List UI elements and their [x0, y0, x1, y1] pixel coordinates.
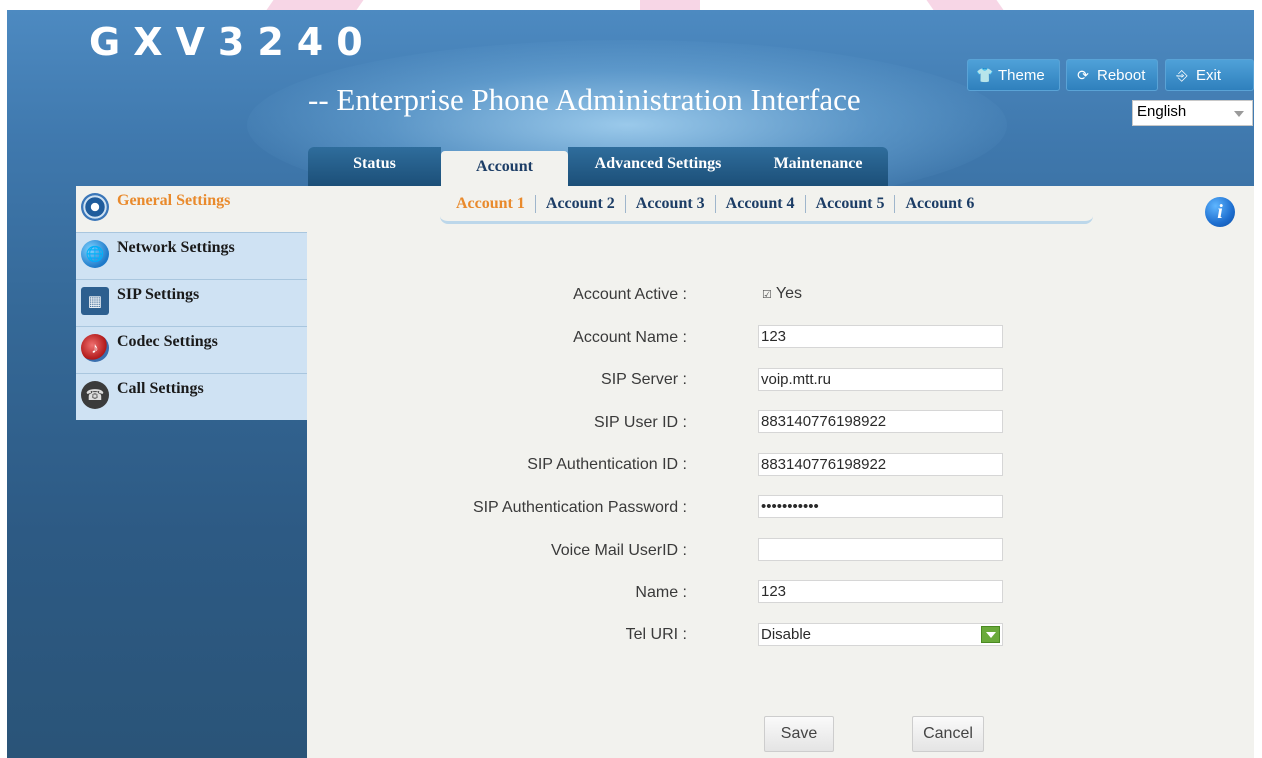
sip-server-field[interactable]: voip.mtt.ru	[758, 368, 1003, 391]
reboot-label: Reboot	[1097, 66, 1146, 84]
telephone-icon: ☎	[81, 381, 109, 409]
tab-account-3[interactable]: Account 3	[626, 194, 716, 213]
tab-account-1[interactable]: Account 1	[446, 194, 536, 213]
tab-status[interactable]: Status	[308, 147, 441, 186]
sidebar-item-codec-settings[interactable]: ♪ Codec Settings	[76, 327, 307, 374]
theme-button[interactable]: 👕 Theme	[967, 59, 1060, 91]
sidebar-item-network-settings[interactable]: 🌐 Network Settings	[76, 233, 307, 280]
cancel-button[interactable]: Cancel	[912, 716, 984, 752]
account-name-field[interactable]: 123	[758, 325, 1003, 348]
account-tabs: Account 1 Account 2 Account 3 Account 4 …	[440, 186, 1093, 224]
chevron-down-icon	[981, 626, 1000, 643]
tab-maintenance[interactable]: Maintenance	[748, 147, 888, 186]
name-label: Name :	[635, 584, 687, 601]
content-panel: Account 1 Account 2 Account 3 Account 4 …	[307, 186, 1254, 758]
exit-label: Exit	[1196, 66, 1222, 84]
sip-auth-id-field[interactable]: 883140776198922	[758, 453, 1003, 476]
page-subtitle: -- Enterprise Phone Administration Inter…	[308, 82, 861, 117]
exit-icon: ⎆	[1176, 66, 1188, 83]
reboot-button[interactable]: ⟳ Reboot	[1066, 59, 1158, 91]
shirt-icon: 👕	[976, 66, 994, 83]
sidebar-item-general-settings[interactable]: General Settings	[76, 186, 307, 233]
tab-advanced-settings[interactable]: Advanced Settings	[568, 147, 748, 186]
sidebar-item-label: Codec Settings	[117, 333, 218, 350]
tab-account-6[interactable]: Account 6	[895, 195, 984, 213]
sip-server-label: SIP Server :	[601, 371, 687, 388]
sidebar-item-sip-settings[interactable]: ▦ SIP Settings	[76, 280, 307, 327]
account-name-label: Account Name :	[573, 329, 687, 346]
theme-label: Theme	[998, 66, 1045, 84]
tel-uri-select[interactable]: Disable	[758, 623, 1003, 646]
sip-user-id-label: SIP User ID :	[593, 414, 687, 431]
info-icon[interactable]: i	[1205, 197, 1235, 227]
tab-account-5[interactable]: Account 5	[806, 194, 896, 213]
tab-account[interactable]: Account	[441, 151, 568, 186]
sip-phone-icon: ▦	[81, 287, 109, 315]
save-button[interactable]: Save	[764, 716, 834, 752]
sidebar-item-label: SIP Settings	[117, 286, 200, 303]
sidebar-item-label: Network Settings	[117, 239, 235, 256]
tel-uri-label: Tel URI :	[625, 626, 687, 643]
general-settings-icon	[81, 193, 109, 221]
name-field[interactable]: 123	[758, 580, 1003, 603]
exit-button[interactable]: ⎆ Exit	[1165, 59, 1254, 91]
chevron-down-icon	[1234, 111, 1244, 117]
tel-uri-value: Disable	[761, 626, 812, 643]
sidebar-item-label: General Settings	[117, 192, 231, 209]
sidebar: General Settings 🌐 Network Settings ▦ SI…	[76, 186, 307, 420]
account-active-value: Yes	[775, 285, 802, 302]
sip-auth-password-field[interactable]: •••••••••••	[758, 495, 1003, 518]
account-active-checkbox[interactable]: ☑ Yes	[762, 285, 802, 303]
main-nav-tabs: Status Advanced Settings Maintenance Acc…	[308, 147, 888, 187]
tab-account-4[interactable]: Account 4	[716, 194, 806, 213]
sip-user-id-field[interactable]: 883140776198922	[758, 410, 1003, 433]
app-window: GXV3240 -- Enterprise Phone Administrati…	[0, 0, 1262, 758]
sip-auth-password-label: SIP Authentication Password :	[472, 499, 687, 516]
sidebar-item-label: Call Settings	[117, 380, 204, 397]
checkmark-icon: ☑	[762, 288, 772, 301]
account-active-label: Account Active :	[573, 286, 687, 303]
reboot-icon: ⟳	[1077, 66, 1089, 83]
voice-mail-userid-field[interactable]	[758, 538, 1003, 561]
sidebar-item-call-settings[interactable]: ☎ Call Settings	[76, 374, 307, 421]
language-select[interactable]: English	[1132, 100, 1253, 126]
top-accent	[0, 0, 1262, 10]
product-logo: GXV3240	[89, 20, 376, 64]
language-value: English	[1137, 103, 1187, 120]
network-globe-icon: 🌐	[81, 240, 109, 268]
sip-auth-id-label: SIP Authentication ID :	[527, 456, 687, 473]
tab-account-2[interactable]: Account 2	[536, 194, 626, 213]
codec-icon: ♪	[81, 334, 109, 362]
voice-mail-userid-label: Voice Mail UserID :	[550, 542, 687, 559]
